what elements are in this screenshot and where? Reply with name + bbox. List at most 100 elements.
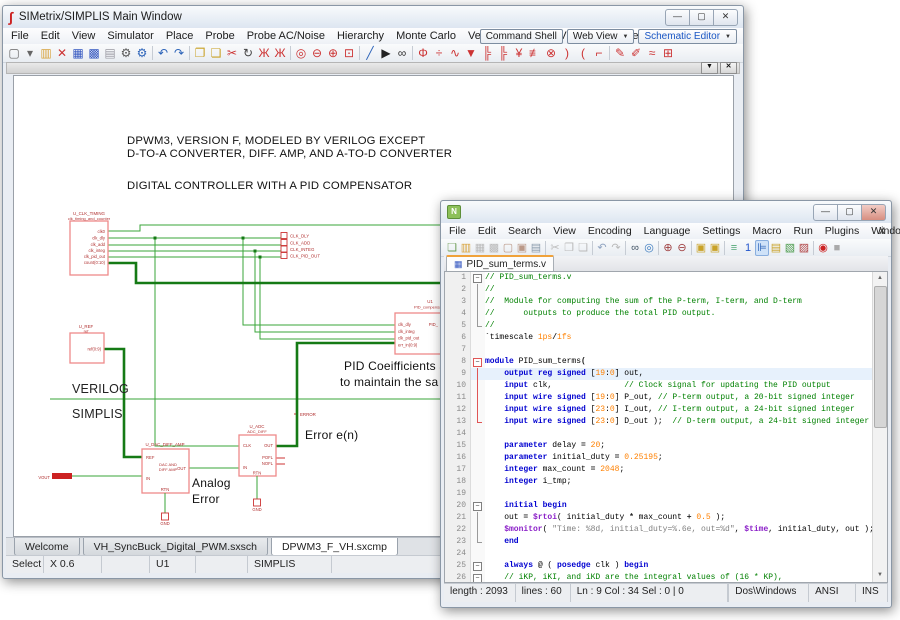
- npp-sync-vertical-icon[interactable]: ▣: [694, 240, 708, 256]
- npp-menu-view[interactable]: View: [547, 224, 582, 238]
- npp-macro-record-icon[interactable]: ◉: [816, 240, 830, 256]
- probe-add-icon[interactable]: ⊞: [660, 45, 676, 61]
- terminal-clk-dly[interactable]: [281, 233, 287, 239]
- new-schematic-icon[interactable]: ▢: [6, 45, 22, 61]
- gnd-symbol[interactable]: [162, 513, 169, 520]
- terminal-clk-integ[interactable]: [281, 246, 287, 252]
- fold-margin[interactable]: [471, 368, 485, 380]
- scroll-up-icon[interactable]: ▲: [873, 272, 887, 285]
- fold-margin[interactable]: [471, 308, 485, 320]
- npp-menu-run[interactable]: Run: [788, 224, 819, 238]
- npp-code-editor[interactable]: 1// PID_sum_terms.v2//3// Module for com…: [444, 271, 888, 583]
- schematic-wire[interactable]: [255, 251, 395, 332]
- fold-margin[interactable]: [471, 548, 485, 560]
- zoom-rect-icon[interactable]: ⊡: [341, 45, 357, 61]
- cut-icon[interactable]: ✂: [224, 45, 240, 61]
- fold-margin[interactable]: [471, 512, 485, 524]
- schematic-wire[interactable]: [155, 238, 239, 446]
- mirror-horizontal-icon[interactable]: Ж: [256, 45, 272, 61]
- fold-margin[interactable]: [471, 500, 485, 512]
- fold-margin[interactable]: [471, 332, 485, 344]
- npp-function-list-icon[interactable]: ▧: [783, 240, 797, 256]
- fold-margin[interactable]: [471, 392, 485, 404]
- npp-zoom-in-icon[interactable]: ⊕: [661, 240, 675, 256]
- fold-margin[interactable]: [471, 464, 485, 476]
- fold-margin[interactable]: [471, 320, 485, 332]
- minimize-button[interactable]: —: [813, 204, 838, 221]
- find-part-icon[interactable]: ∞: [394, 45, 410, 61]
- npp-find-icon[interactable]: ∞: [628, 240, 642, 256]
- settings-icon[interactable]: ⚙: [118, 45, 134, 61]
- fold-margin[interactable]: [471, 572, 485, 583]
- menu-hierarchy[interactable]: Hierarchy: [331, 29, 390, 43]
- vout-terminal[interactable]: [52, 473, 72, 479]
- npp-menu-settings[interactable]: Settings: [696, 224, 746, 238]
- npp-close-document-button[interactable]: X: [879, 226, 885, 236]
- npp-copy-icon[interactable]: ❐: [562, 240, 576, 256]
- menu-place[interactable]: Place: [160, 29, 200, 43]
- npp-redo-icon[interactable]: ↷: [609, 240, 623, 256]
- print-icon[interactable]: ▤: [102, 45, 118, 61]
- menu-view[interactable]: View: [66, 29, 102, 43]
- npp-menu-macro[interactable]: Macro: [746, 224, 787, 238]
- fold-margin[interactable]: [471, 524, 485, 536]
- place-voltage-marker-icon[interactable]: ▼: [463, 45, 479, 61]
- npp-folder-workspace-icon[interactable]: ▨: [797, 240, 811, 256]
- new-dropdown-icon[interactable]: ▾: [22, 45, 38, 61]
- subwindow-close-button[interactable]: ✕: [720, 62, 737, 74]
- main-titlebar[interactable]: ∫ SIMetrix/SIMPLIS Main Window: [3, 6, 743, 29]
- save-icon[interactable]: ▦: [70, 45, 86, 61]
- fold-margin[interactable]: [471, 452, 485, 464]
- place-digital-gate-icon[interactable]: ╠: [479, 45, 495, 61]
- npp-zoom-out-icon[interactable]: ⊖: [675, 240, 689, 256]
- place-source-icon[interactable]: ⊗: [543, 45, 559, 61]
- terminal-clk-pid-out[interactable]: [281, 253, 287, 259]
- editor-select-dropdown[interactable]: Schematic Editor ▼: [638, 29, 737, 44]
- probe-voltage-icon[interactable]: ✎: [612, 45, 628, 61]
- simulator-settings-icon[interactable]: ⚙: [134, 45, 150, 61]
- place-brace-open-icon[interactable]: (: [575, 45, 591, 61]
- npp-menu-language[interactable]: Language: [638, 224, 697, 238]
- fold-margin[interactable]: [471, 560, 485, 572]
- npp-sync-horizontal-icon[interactable]: ▣: [708, 240, 722, 256]
- npp-print-icon[interactable]: ▤: [529, 240, 543, 256]
- npp-menu-plugins[interactable]: Plugins: [819, 224, 865, 238]
- wire-mode-icon[interactable]: ╱: [362, 45, 378, 61]
- undo-icon[interactable]: ↶: [155, 45, 171, 61]
- open-file-icon[interactable]: ▥: [38, 45, 54, 61]
- fold-margin[interactable]: [471, 272, 485, 284]
- zoom-fit-icon[interactable]: ◎: [293, 45, 309, 61]
- place-current-probe-icon[interactable]: ⌐: [591, 45, 607, 61]
- subwindow-collapse-button[interactable]: ▼: [701, 62, 718, 74]
- menu-simulator[interactable]: Simulator: [101, 29, 159, 43]
- scrollbar-thumb[interactable]: [874, 286, 887, 428]
- mirror-vertical-icon[interactable]: Ж: [272, 45, 288, 61]
- menu-edit[interactable]: Edit: [35, 29, 66, 43]
- fold-margin[interactable]: [471, 440, 485, 452]
- maximize-button[interactable]: ▢: [689, 9, 714, 26]
- fold-margin[interactable]: [471, 536, 485, 548]
- npp-tab-pid-sum-terms[interactable]: ▦ PID_sum_terms.v: [446, 255, 554, 271]
- schematic-wire[interactable]: [260, 257, 395, 339]
- place-ground-icon[interactable]: ÷: [431, 45, 447, 61]
- place-digital-flipflop-icon[interactable]: ╠: [495, 45, 511, 61]
- maximize-button[interactable]: ▢: [837, 204, 862, 221]
- web-view-dropdown[interactable]: Web View ▼: [567, 29, 635, 44]
- npp-word-wrap-icon[interactable]: ⊫: [755, 240, 769, 256]
- command-shell-button[interactable]: Command Shell: [480, 29, 563, 44]
- npp-menu-edit[interactable]: Edit: [472, 224, 502, 238]
- sheet-tab-dpwm3-f-vh-sxcmp[interactable]: DPWM3_F_VH.sxcmp: [271, 538, 398, 556]
- npp-indent-guide-icon[interactable]: 1: [741, 240, 755, 256]
- fold-margin[interactable]: [471, 344, 485, 356]
- menu-monte-carlo[interactable]: Monte Carlo: [390, 29, 462, 43]
- rotate-icon[interactable]: ↻: [240, 45, 256, 61]
- fold-margin[interactable]: [471, 380, 485, 392]
- npp-menu-file[interactable]: File: [443, 224, 472, 238]
- run-simulation-icon[interactable]: ▶: [378, 45, 394, 61]
- editor-vertical-scrollbar[interactable]: ▲ ▼: [872, 272, 887, 582]
- fold-margin[interactable]: [471, 356, 485, 368]
- fold-margin[interactable]: [471, 488, 485, 500]
- terminal-clk-add[interactable]: [281, 240, 287, 246]
- copy-to-window-icon[interactable]: ❐: [192, 45, 208, 61]
- npp-menu-encoding[interactable]: Encoding: [582, 224, 638, 238]
